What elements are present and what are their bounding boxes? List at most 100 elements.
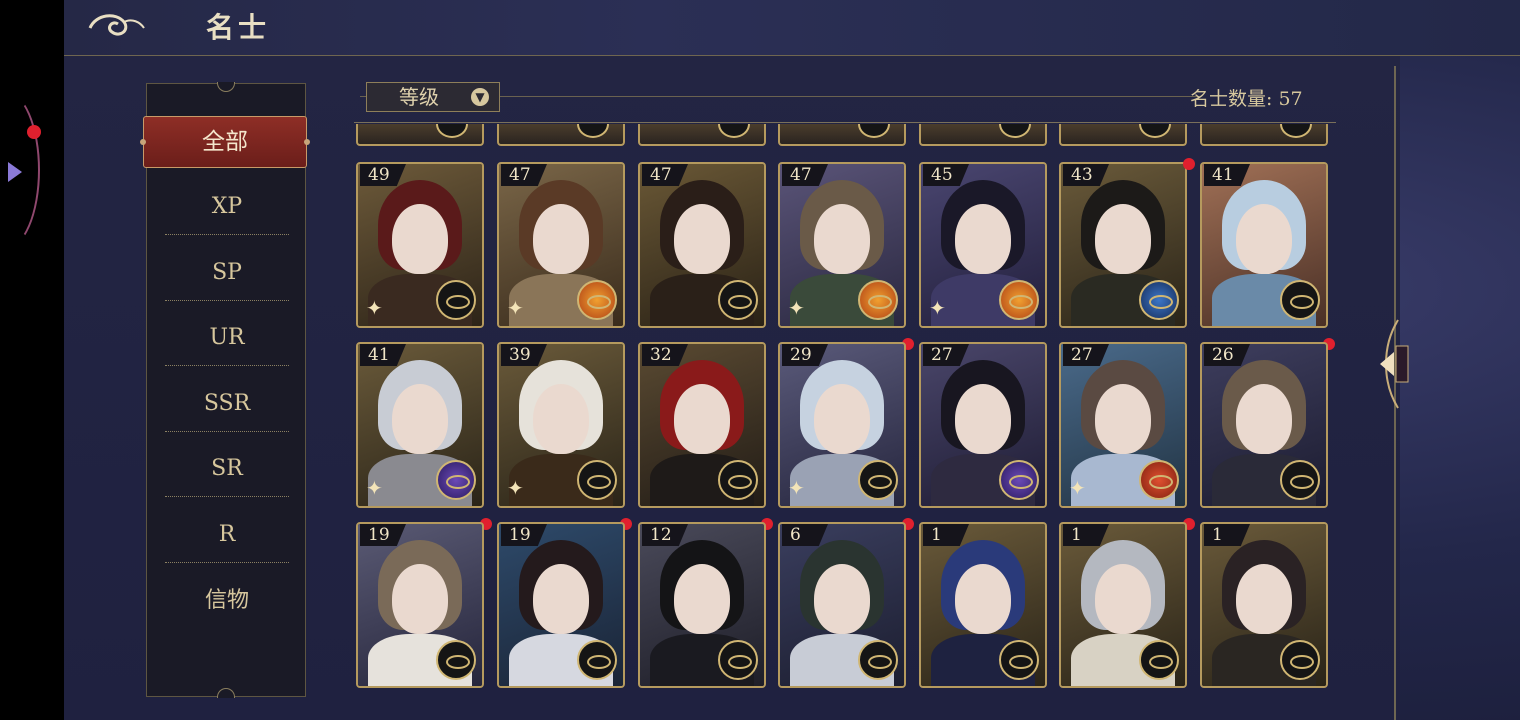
character-card[interactable]: 32 <box>638 342 766 508</box>
collapse-arrow-icon[interactable] <box>1372 316 1412 412</box>
character-card[interactable]: ✦ 41 <box>356 342 484 508</box>
category-sidebar: XP SP UR SSR SR R 信物 <box>146 82 306 698</box>
badge-icon <box>1139 124 1171 138</box>
character-card[interactable]: ✦ 27 <box>1059 342 1187 508</box>
character-portrait <box>1236 564 1292 634</box>
back-swirl-icon[interactable] <box>86 8 146 44</box>
sparkle-icon: ✦ <box>366 476 383 500</box>
character-card[interactable]: 1 <box>919 522 1047 688</box>
character-card[interactable]: ✦ 47 <box>778 162 906 328</box>
character-card[interactable]: 12 <box>638 522 766 688</box>
sparkle-icon: ✦ <box>507 296 524 320</box>
compass-badge-icon <box>1280 460 1320 500</box>
divider <box>165 365 289 366</box>
partial-card[interactable] <box>1059 124 1187 146</box>
character-card[interactable]: ✦ 45 <box>919 162 1047 328</box>
category-sr[interactable]: SR <box>165 444 289 494</box>
character-card[interactable]: 6 <box>778 522 906 688</box>
sun-badge-icon <box>999 280 1039 320</box>
character-card[interactable]: 27 <box>919 342 1047 508</box>
new-indicator-dot <box>1183 158 1195 170</box>
expand-arrow-icon[interactable] <box>8 162 22 182</box>
character-count: 名士数量: 57 <box>1190 88 1303 110</box>
badge-icon <box>577 124 609 138</box>
character-portrait <box>955 384 1011 454</box>
compass-badge-icon <box>1139 640 1179 680</box>
sort-label: 等级 <box>399 85 439 109</box>
planet-badge-icon <box>999 460 1039 500</box>
sparkle-icon: ✦ <box>366 296 383 320</box>
partial-card[interactable] <box>638 124 766 146</box>
character-card[interactable]: 1 <box>1200 522 1328 688</box>
category-ssr[interactable]: SSR <box>165 379 289 429</box>
character-card[interactable]: 26 <box>1200 342 1328 508</box>
compass-blue-badge-icon <box>1139 280 1179 320</box>
partial-card[interactable] <box>356 124 484 146</box>
chevron-down-icon: ▼ <box>471 88 489 106</box>
character-portrait <box>533 204 589 274</box>
tab-ornament <box>140 139 146 145</box>
compass-badge-icon <box>718 280 758 320</box>
character-card[interactable]: 1 <box>1059 522 1187 688</box>
sun-red-badge-icon <box>1139 460 1179 500</box>
sidebar-cap <box>217 688 235 698</box>
sparkle-icon: ✦ <box>788 476 805 500</box>
sparkle-icon: ✦ <box>788 296 805 320</box>
sort-dropdown[interactable]: 等级 ▼ <box>366 82 500 112</box>
character-card[interactable]: 43 <box>1059 162 1187 328</box>
character-card[interactable]: ✦ 39 <box>497 342 625 508</box>
category-ur[interactable]: UR <box>165 313 289 363</box>
character-portrait <box>955 564 1011 634</box>
divider <box>165 300 289 301</box>
sparkle-icon: ✦ <box>1069 476 1086 500</box>
character-portrait <box>533 384 589 454</box>
partial-card[interactable] <box>497 124 625 146</box>
character-portrait <box>533 564 589 634</box>
character-card[interactable]: ✦ 47 <box>497 162 625 328</box>
top-bar <box>64 0 1520 56</box>
character-portrait <box>392 204 448 274</box>
character-portrait <box>1236 384 1292 454</box>
compass-badge-icon <box>577 460 617 500</box>
left-edge-strip <box>0 0 64 720</box>
page-title: 名士 <box>206 11 271 44</box>
sun-badge-icon <box>577 280 617 320</box>
category-all-label: 全部 <box>202 129 248 155</box>
partial-card[interactable] <box>919 124 1047 146</box>
compass-badge-icon <box>999 640 1039 680</box>
category-all[interactable]: 全部 <box>140 116 310 168</box>
category-xp[interactable]: XP <box>165 182 289 232</box>
character-card[interactable]: 41 <box>1200 162 1328 328</box>
character-portrait <box>1236 204 1292 274</box>
character-card[interactable]: 19 <box>497 522 625 688</box>
category-r[interactable]: R <box>165 510 289 560</box>
badge-icon <box>718 124 750 138</box>
character-portrait <box>392 384 448 454</box>
divider <box>165 496 289 497</box>
badge-icon <box>1280 124 1312 138</box>
planet-badge-icon <box>436 460 476 500</box>
compass-badge-icon <box>858 460 898 500</box>
filter-line <box>500 96 1200 97</box>
character-portrait <box>674 204 730 274</box>
partial-card[interactable] <box>1200 124 1328 146</box>
badge-icon <box>436 124 468 138</box>
character-portrait <box>814 384 870 454</box>
badge-icon <box>858 124 890 138</box>
character-card[interactable]: 47 <box>638 162 766 328</box>
character-portrait <box>1095 204 1151 274</box>
compass-badge-icon <box>436 280 476 320</box>
category-token[interactable]: 信物 <box>165 576 289 626</box>
tab-ornament <box>304 139 310 145</box>
compass-badge-icon <box>718 640 758 680</box>
character-card[interactable]: 19 <box>356 522 484 688</box>
compass-badge-icon <box>436 640 476 680</box>
sparkle-icon: ✦ <box>929 296 946 320</box>
character-card[interactable]: ✦ 49 <box>356 162 484 328</box>
category-sp[interactable]: SP <box>165 248 289 298</box>
character-portrait <box>814 564 870 634</box>
grid-divider <box>354 122 1336 123</box>
partial-card[interactable] <box>778 124 906 146</box>
character-card[interactable]: ✦ 29 <box>778 342 906 508</box>
compass-badge-icon <box>718 460 758 500</box>
